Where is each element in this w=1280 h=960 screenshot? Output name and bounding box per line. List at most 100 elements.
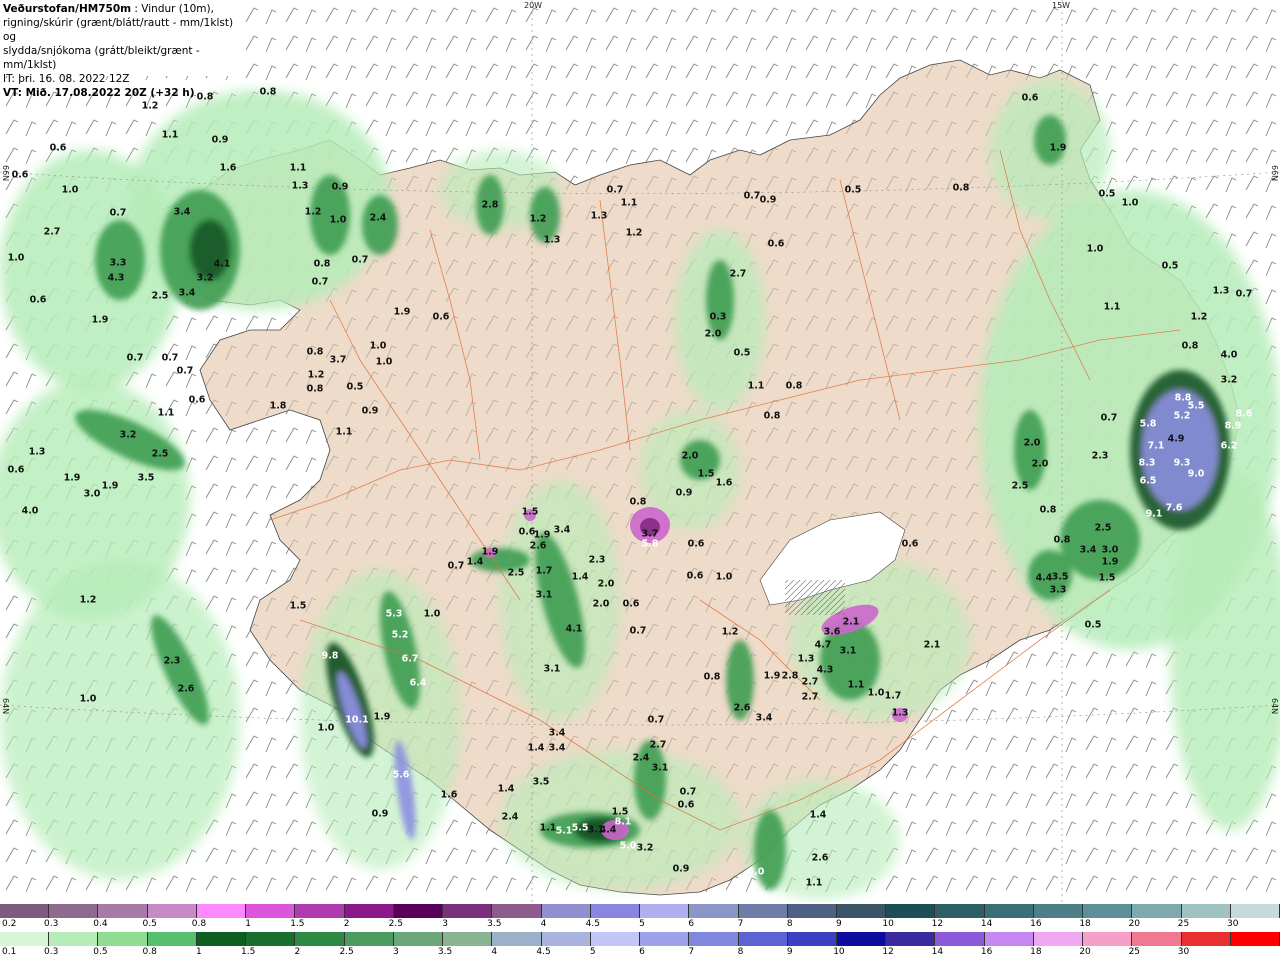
precip-value-label: 2.0 bbox=[597, 578, 615, 590]
snow-tick-label: 4 bbox=[540, 919, 547, 929]
precip-value-label: 1.2 bbox=[1190, 311, 1208, 323]
precip-value-label: 5.2 bbox=[1173, 410, 1191, 422]
precip-value-label: 1.9 bbox=[1101, 556, 1119, 568]
snow-color-cell bbox=[935, 904, 985, 918]
precip-value-label: 0.6 bbox=[29, 294, 47, 306]
precip-value-label: 0.9 bbox=[759, 194, 777, 206]
rain-tick-label: 9 bbox=[786, 947, 793, 957]
rain-tick-label: 0.3 bbox=[44, 947, 59, 957]
precip-value-label: 3.0 bbox=[83, 488, 101, 500]
precip-value-label: 1.9 bbox=[373, 711, 391, 723]
precip-value-label: 1.6 bbox=[715, 477, 733, 489]
legend-rain-ticks: 0.1 0.3 0.5 0.8 1 1.5 2 2.5 3 3.5 4 4.5 5 6 7 8 9 10 12 14 1… bbox=[0, 947, 1280, 959]
precip-value-label: 9.0 bbox=[1187, 468, 1205, 480]
precip-value-label: 0.8 bbox=[313, 258, 331, 270]
rain-color-cell bbox=[1181, 932, 1231, 946]
precip-value-label: 1.3 bbox=[590, 210, 608, 222]
snow-color-cell bbox=[1083, 904, 1133, 918]
snow-tick-label: 8 bbox=[786, 919, 793, 929]
precip-value-label: 1.3 bbox=[1212, 285, 1230, 297]
precip-value-label: 1.0 bbox=[317, 722, 335, 734]
map-title-box: Veðurstofan/HM750m : Vindur (10m), rigni… bbox=[0, 0, 240, 99]
snow-tick-label: 0.3 bbox=[44, 919, 59, 929]
precip-value-label: 8.3 bbox=[1138, 457, 1156, 469]
precip-value-label: 2.5 bbox=[1094, 522, 1112, 534]
snow-color-cell bbox=[886, 904, 936, 918]
precip-value-label: 0.6 bbox=[432, 311, 450, 323]
precip-value-label: 0.7 bbox=[176, 365, 194, 377]
precip-value-label: 1.9 bbox=[393, 306, 411, 318]
rain-color-cell bbox=[295, 932, 345, 946]
precip-value-label: 1.8 bbox=[269, 400, 287, 412]
precip-value-label: 3.4 bbox=[548, 727, 566, 739]
snow-color-cell bbox=[0, 904, 50, 918]
rain-tick-label: 16 bbox=[980, 947, 993, 957]
rain-color-cell bbox=[1083, 932, 1133, 946]
snow-color-cell bbox=[98, 904, 148, 918]
precip-value-label: 0.8 bbox=[952, 182, 970, 194]
precip-value-label: 1.4 bbox=[571, 571, 589, 583]
precip-value-label: 0.6 bbox=[901, 538, 919, 550]
precip-value-label: 1.2 bbox=[625, 227, 643, 239]
rain-color-cell bbox=[443, 932, 493, 946]
precip-value-label: 3.3 bbox=[1049, 584, 1067, 596]
precip-value-label: 0.8 bbox=[306, 383, 324, 395]
snow-color-cell bbox=[393, 904, 444, 918]
rain-color-cell bbox=[49, 932, 99, 946]
precip-value-label: 5.8 bbox=[1139, 418, 1157, 430]
rain-tick-label: 7 bbox=[688, 947, 695, 957]
snow-tick-label: 1 bbox=[245, 919, 252, 929]
precip-value-label: 2.1 bbox=[923, 639, 941, 651]
rain-tick-label: 2.5 bbox=[339, 947, 354, 957]
rain-tick-label: 1.5 bbox=[240, 947, 256, 957]
rain-color-cell bbox=[147, 932, 197, 946]
precip-value-label: 0.8 bbox=[259, 86, 277, 98]
precip-value-label: 3.2 bbox=[1220, 374, 1238, 386]
precip-value-label: 0.5 bbox=[1084, 619, 1102, 631]
snow-color-cell bbox=[787, 904, 837, 918]
precip-value-label: 0.7 bbox=[647, 714, 665, 726]
lat-label-64n-right: 64N bbox=[1270, 698, 1279, 715]
rain-color-cell bbox=[98, 932, 148, 946]
snow-color-cell bbox=[1230, 904, 1280, 918]
precip-value-label: 0.8 bbox=[785, 380, 803, 392]
precip-value-label: 1.0 bbox=[329, 214, 347, 226]
precip-value-label: 1.7 bbox=[884, 690, 902, 702]
rain-color-cell bbox=[935, 932, 985, 946]
precip-value-label: 1.1 bbox=[289, 162, 307, 174]
precip-value-label: 1.9 bbox=[91, 314, 109, 326]
precip-value-label: 6.4 bbox=[409, 677, 427, 689]
precip-value-label: 2.7 bbox=[43, 226, 61, 238]
precip-value-label: 4.9 bbox=[1167, 433, 1185, 445]
precip-value-label: 3.5 bbox=[532, 776, 550, 788]
precip-value-label: 0.5 bbox=[844, 184, 862, 196]
precip-value-label: 8.9 bbox=[1224, 420, 1242, 432]
precip-value-label: 2.6 bbox=[529, 540, 547, 552]
precip-value-label: 9.3 bbox=[1173, 457, 1191, 469]
snow-tick-label: 0.4 bbox=[93, 919, 108, 929]
precip-value-label: 0.6 bbox=[7, 464, 25, 476]
rain-color-cell bbox=[640, 932, 690, 946]
precip-value-label: 6.0 bbox=[747, 866, 765, 878]
snow-color-cell bbox=[689, 904, 739, 918]
snow-tick-label: 9 bbox=[836, 919, 842, 929]
snow-tick-label: 2.5 bbox=[388, 919, 404, 929]
map-title: Veðurstofan/HM750m bbox=[3, 3, 132, 15]
snow-tick-label: 5 bbox=[639, 919, 645, 929]
precip-value-label: 2.8 bbox=[481, 199, 499, 211]
rain-color-cell bbox=[1230, 932, 1280, 946]
precip-value-label: 1.5 bbox=[697, 468, 715, 480]
snow-color-cell bbox=[196, 904, 247, 918]
precip-value-label: 3.0 bbox=[1101, 544, 1119, 556]
precip-value-label: 2.0 bbox=[1031, 458, 1049, 470]
snow-color-cell bbox=[1181, 904, 1231, 918]
rain-tick-label: 0.8 bbox=[142, 947, 157, 957]
precip-value-label: 8.6 bbox=[1235, 408, 1253, 420]
precip-value-label: 0.6 bbox=[49, 142, 67, 154]
precip-value-label: 0.7 bbox=[743, 190, 761, 202]
precip-value-label: 1.2 bbox=[304, 206, 322, 218]
rain-tick-label: 20 bbox=[1079, 947, 1091, 957]
rain-color-cell bbox=[246, 932, 296, 946]
snow-tick-label: 0.8 bbox=[191, 919, 207, 929]
precip-value-label: 1.3 bbox=[291, 180, 309, 192]
